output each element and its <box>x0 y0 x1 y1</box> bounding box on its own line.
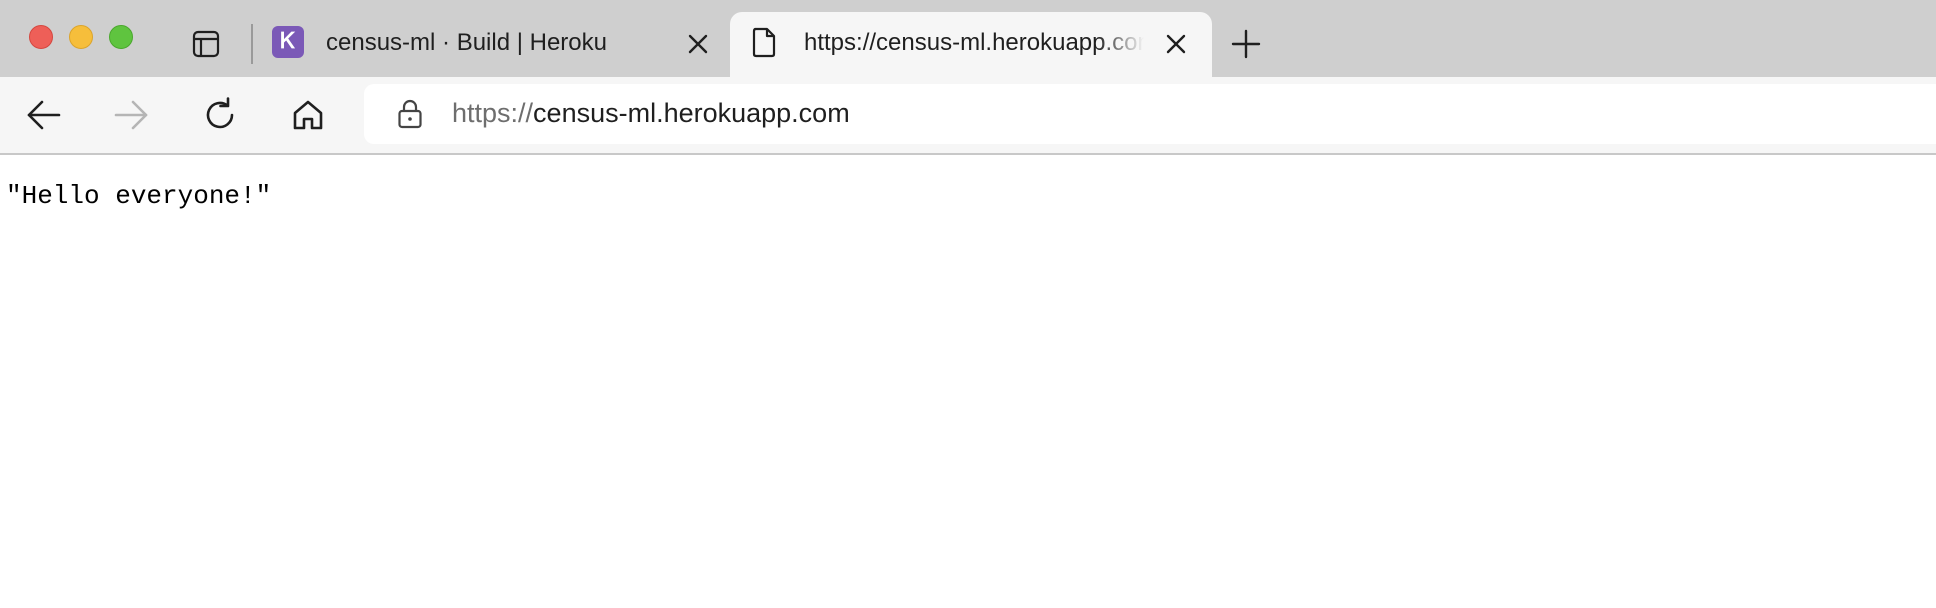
close-icon <box>688 34 708 54</box>
refresh-icon <box>206 97 234 129</box>
tab-title: https://census-ml.herokuapp.com <box>804 29 1144 56</box>
arrow-left-icon <box>27 100 61 130</box>
new-tab-button[interactable] <box>1226 24 1266 64</box>
tab-strip: Ꮶ census-ml · Build | Heroku https://cen… <box>0 0 1936 77</box>
browser-toolbar: https://census-ml.herokuapp.com <box>0 77 1936 155</box>
tab-actions-button[interactable] <box>186 27 226 61</box>
tab-close-button[interactable] <box>1162 30 1190 58</box>
browser-window: Ꮶ census-ml · Build | Heroku https://cen… <box>0 0 1936 608</box>
tab-divider <box>251 24 253 64</box>
close-icon <box>1166 34 1186 54</box>
window-minimize-button[interactable] <box>69 25 93 49</box>
tab-actions-icon <box>192 30 220 58</box>
heroku-logo-icon: Ꮶ <box>272 26 304 58</box>
document-icon <box>748 26 780 58</box>
forward-button[interactable] <box>107 91 155 139</box>
tab-close-button[interactable] <box>684 30 712 58</box>
tab-heroku-build[interactable]: Ꮶ census-ml · Build | Heroku <box>262 12 722 77</box>
lock-icon[interactable] <box>394 98 426 130</box>
home-button[interactable] <box>284 91 332 139</box>
window-maximize-button[interactable] <box>109 25 133 49</box>
reload-button[interactable] <box>196 91 244 139</box>
arrow-right-icon <box>114 100 148 130</box>
tab-title: census-ml · Build | Heroku <box>326 29 607 56</box>
url-scheme: https:// <box>452 98 534 128</box>
back-button[interactable] <box>20 91 68 139</box>
response-text: "Hello everyone!" <box>6 181 272 211</box>
url-text[interactable]: https://census-ml.herokuapp.com <box>452 98 850 129</box>
plus-icon <box>1231 29 1261 59</box>
window-close-button[interactable] <box>29 25 53 49</box>
page-content: "Hello everyone!" <box>0 155 1936 608</box>
home-icon <box>293 100 323 130</box>
tab-census-ml[interactable]: https://census-ml.herokuapp.com <box>730 12 1212 77</box>
url-host: census-ml.herokuapp.com <box>533 98 850 128</box>
address-bar[interactable]: https://census-ml.herokuapp.com <box>364 84 1936 144</box>
